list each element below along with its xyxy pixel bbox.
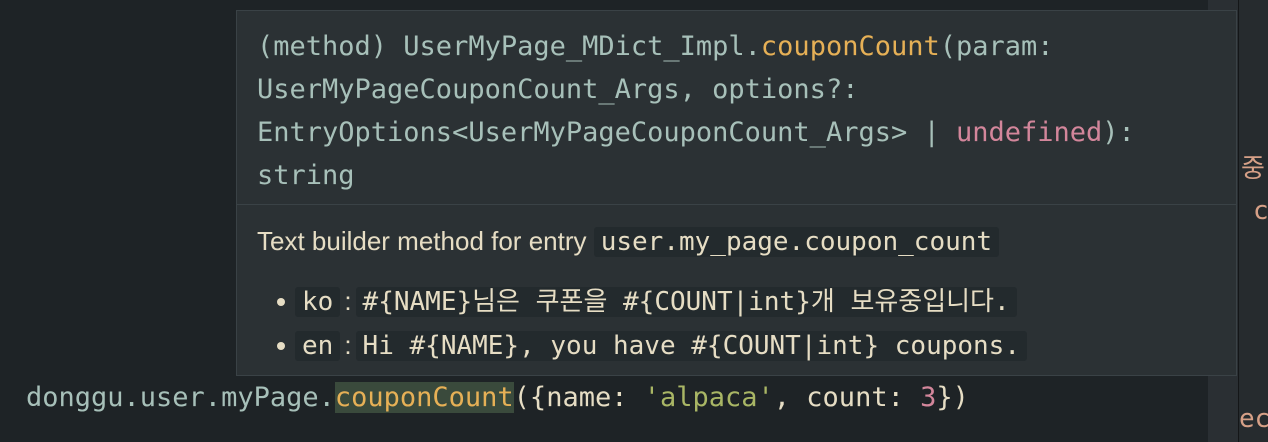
- tooltip-divider: [237, 204, 1236, 205]
- code-comma: ,: [773, 382, 807, 413]
- signature-line-2: UserMyPageCouponCount_Args, options?:: [257, 74, 859, 105]
- bullet-icon: [277, 342, 285, 350]
- signature-undefined-keyword: undefined: [955, 117, 1103, 148]
- signature-method-name: couponCount: [760, 31, 940, 62]
- entry-key-code: user.my_page.coupon_count: [593, 227, 1000, 257]
- translation-list: ko: #{NAME}님은 쿠폰을 #{COUNT|int}개 보유중입니다. e…: [257, 279, 1217, 367]
- method-signature: (method) UserMyPage_MDict_Impl.couponCou…: [257, 25, 1217, 197]
- hover-tooltip: (method) UserMyPage_MDict_Impl.couponCou…: [236, 10, 1237, 376]
- code-name-key: name: [546, 382, 612, 413]
- signature-return-type: string: [257, 160, 355, 191]
- translation-lang: ko: [295, 287, 341, 317]
- doc-description: Text builder method for entry: [257, 226, 594, 256]
- code-colon: :: [887, 382, 921, 413]
- code-object-path[interactable]: donggu.user.myPage.: [26, 382, 335, 413]
- bullet-icon: [277, 298, 285, 306]
- signature-prefix: (method) UserMyPage_MDict_Impl.: [257, 31, 761, 62]
- side-editor-pane[interactable]: 중 c ec: [1238, 0, 1268, 442]
- signature-params: (param:: [939, 31, 1054, 62]
- list-item: ko: #{NAME}님은 쿠폰을 #{COUNT|int}개 보유중입니다.: [257, 279, 1217, 323]
- translation-lang: en: [295, 331, 341, 361]
- code-line[interactable]: donggu.user.myPage.couponCount({name: 'a…: [26, 378, 969, 418]
- code-close-paren: }): [936, 382, 969, 413]
- list-item: en: Hi #{NAME}, you have #{COUNT|int} cou…: [257, 323, 1217, 367]
- code-method-name[interactable]: couponCount: [334, 382, 514, 413]
- side-pane-text-fragment: c: [1253, 196, 1268, 226]
- code-colon: :: [611, 382, 644, 413]
- signature-line-3-end: ):: [1102, 117, 1135, 148]
- side-pane-text-fragment: 중: [1241, 154, 1265, 184]
- documentation: Text builder method for entry user.my_pa…: [257, 219, 1217, 367]
- code-name-value: 'alpaca': [643, 382, 774, 413]
- signature-options-type: EntryOptions<UserMyPageCouponCount_Args>…: [257, 117, 956, 148]
- translation-text: #{NAME}님은 쿠폰을 #{COUNT|int}개 보유중입니다.: [355, 287, 1017, 317]
- translation-separator: :: [344, 330, 352, 360]
- code-count-value: 3: [920, 382, 937, 413]
- code-count-key: count: [806, 382, 888, 413]
- translation-text: Hi #{NAME}, you have #{COUNT|int} coupon…: [355, 331, 1027, 361]
- side-pane-text-fragment: ec: [1239, 404, 1268, 434]
- translation-separator: :: [344, 286, 352, 316]
- code-open-paren: ({: [513, 382, 547, 413]
